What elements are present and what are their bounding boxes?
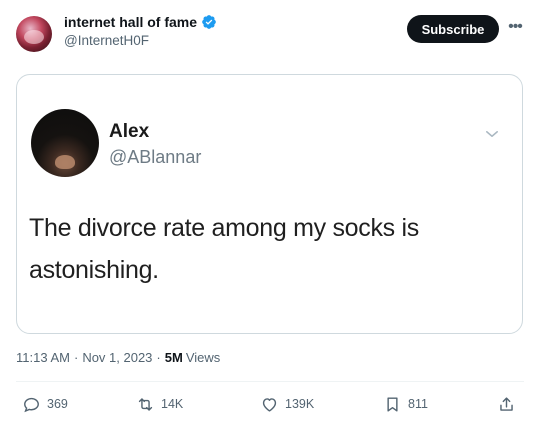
like-count: 139K (285, 397, 315, 411)
quoted-author-handle: @ABlannar (109, 147, 202, 167)
bookmark-count: 811 (408, 397, 428, 411)
bookmark-button[interactable]: 811 (383, 393, 428, 415)
author-name-line: internet hall of fame (64, 14, 217, 30)
more-icon[interactable]: ••• (506, 18, 524, 36)
action-bar: 369 14K 139K 811 (16, 393, 524, 415)
quoted-tweet-image: Alex @ABlannar The divorce rate among my… (16, 74, 523, 334)
views-count[interactable]: 5M (165, 350, 183, 365)
author-display-name[interactable]: internet hall of fame (64, 14, 197, 30)
divider (16, 381, 524, 382)
reply-icon (24, 397, 39, 412)
quoted-author-avatar (31, 109, 99, 177)
verified-badge-icon (202, 15, 216, 29)
bookmark-icon (387, 396, 398, 412)
share-icon (500, 396, 513, 411)
heart-icon (262, 397, 277, 412)
chevron-down-icon (486, 131, 498, 137)
repost-count: 14K (161, 397, 184, 411)
tweet-date[interactable]: Nov 1, 2023 (82, 350, 152, 365)
share-button[interactable] (497, 393, 516, 415)
avatar-face (55, 155, 75, 169)
quoted-tweet-text: The divorce rate among my socks is aston… (29, 214, 419, 284)
subscribe-button[interactable]: Subscribe (407, 15, 499, 43)
meta-separator: · (73, 350, 79, 365)
quoted-author-name: Alex (109, 121, 150, 142)
tweet-meta: 11:13 AM · Nov 1, 2023 · 5M Views (16, 350, 220, 365)
repost-button[interactable]: 14K (136, 393, 183, 415)
reply-button[interactable]: 369 (22, 393, 68, 415)
tweet-time[interactable]: 11:13 AM (16, 350, 70, 365)
reply-count: 369 (47, 397, 68, 411)
author-avatar[interactable] (16, 16, 52, 52)
like-button[interactable]: 139K (260, 393, 314, 415)
meta-separator: · (156, 350, 161, 365)
views-label[interactable]: Views (186, 350, 220, 365)
retweet-icon (138, 397, 153, 411)
author-handle[interactable]: @InternetH0F (64, 33, 149, 48)
tweet-header: internet hall of fame @InternetH0F Subsc… (16, 14, 524, 54)
